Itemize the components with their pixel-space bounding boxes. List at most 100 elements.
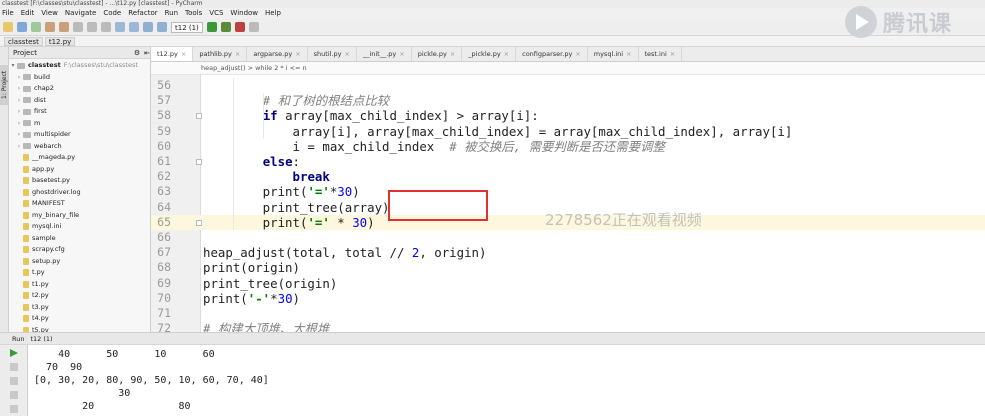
menu-item-file[interactable]: File (2, 8, 14, 19)
close-icon[interactable]: × (575, 50, 580, 58)
tab---init---py[interactable]: __init__.py × (357, 47, 412, 61)
replace-icon[interactable] (129, 22, 139, 32)
code-line[interactable]: 59 array[i], array[max_child_index] = ar… (151, 124, 985, 139)
chevron-down-icon[interactable]: ▾ (9, 60, 17, 72)
tree-file[interactable]: t1.py (9, 279, 150, 291)
chevron-right-icon[interactable]: › (15, 72, 23, 84)
project-root[interactable]: ▾ classtest F:\classes\stu\classtest (9, 60, 150, 72)
tree-file[interactable]: sample (9, 233, 150, 245)
settings-icon[interactable] (248, 22, 259, 32)
close-icon[interactable]: × (399, 50, 404, 58)
chevron-right-icon[interactable]: › (15, 106, 23, 118)
chevron-right-icon[interactable]: › (15, 83, 23, 95)
code-line[interactable]: 60 i = max_child_index # 被交换后, 需要判断是否还需要… (151, 139, 985, 154)
close-icon[interactable]: × (670, 50, 675, 58)
gear-icon[interactable]: ⚙ (134, 47, 140, 59)
tree-folder[interactable]: › multispider (9, 129, 150, 141)
tab-configparser-py[interactable]: configparser.py × (516, 47, 588, 61)
tree-file[interactable]: basetest.py (9, 175, 150, 187)
stop-run-icon[interactable] (10, 363, 18, 371)
copy-icon[interactable] (87, 22, 97, 32)
menu-item-run[interactable]: Run (165, 8, 178, 19)
forward-icon[interactable] (157, 22, 167, 32)
close-icon[interactable]: × (235, 50, 240, 58)
code-line[interactable]: 71 (151, 306, 985, 321)
redo-icon[interactable] (59, 22, 69, 32)
tree-folder[interactable]: › chap2 (9, 83, 150, 95)
menu-item-window[interactable]: Window (230, 8, 258, 19)
editor-breadcrumb[interactable]: heap_adjust() > while 2 * i <= n (151, 62, 985, 75)
project-panel-title[interactable]: Project (13, 47, 37, 59)
open-folder-icon[interactable] (3, 22, 13, 32)
menu-item-vcs[interactable]: VCS (209, 8, 223, 19)
close-icon[interactable]: × (344, 50, 349, 58)
run-config-label[interactable]: t12 (1) (30, 333, 52, 344)
menu-item-tools[interactable]: Tools (185, 8, 202, 19)
fold-marker-icon[interactable] (196, 159, 202, 165)
tab-shutil-py[interactable]: shutil.py × (308, 47, 357, 61)
tree-file[interactable]: app.py (9, 164, 150, 176)
code-line[interactable]: 70 print('-'*30) (151, 291, 985, 306)
wrap-icon[interactable] (10, 391, 18, 399)
tab-t12-py[interactable]: t12.py × (151, 47, 194, 61)
tree-file[interactable]: t2.py (9, 290, 150, 302)
code-line[interactable]: 67 heap_adjust(total, total // 2, origin) (151, 245, 985, 260)
code-line[interactable]: 57 # 和了树的根结点比较 (151, 93, 985, 108)
tree-file[interactable]: t5.py (9, 325, 150, 332)
menu-item-code[interactable]: Code (103, 8, 121, 19)
fold-marker-icon[interactable] (196, 113, 202, 120)
close-icon[interactable]: × (450, 50, 455, 58)
tree-folder[interactable]: › dist (9, 95, 150, 107)
tab-pickle-py[interactable]: pickle.py × (412, 47, 463, 61)
save-icon[interactable] (17, 22, 27, 32)
tree-file[interactable]: MANIFEST (9, 198, 150, 210)
code-line[interactable]: 72 # 构建大顶堆、大根堆 (151, 321, 985, 332)
close-icon[interactable]: × (181, 50, 186, 58)
tree-folder[interactable]: › build (9, 72, 150, 84)
chevron-right-icon[interactable]: › (15, 118, 23, 130)
code-line[interactable]: 58 if array[max_child_index] > array[i]: (151, 108, 985, 123)
find-icon[interactable] (115, 22, 125, 32)
tree-folder[interactable]: › webarch (9, 141, 150, 153)
sync-icon[interactable] (31, 22, 41, 32)
run-label[interactable]: Run (12, 333, 24, 344)
code-line[interactable]: 68 print(origin) (151, 260, 985, 275)
tree-file[interactable]: setup.py (9, 256, 150, 268)
chevron-right-icon[interactable]: › (15, 95, 23, 107)
code-area[interactable]: 56 57 # 和了树的根结点比较 58 if array[max_child_in… (151, 75, 985, 332)
tree-file[interactable]: t3.py (9, 302, 150, 314)
menu-item-help[interactable]: Help (265, 8, 281, 19)
code-line[interactable]: 56 (151, 78, 985, 93)
run-icon[interactable] (206, 22, 217, 32)
hide-icon[interactable]: ⇤ (144, 47, 150, 59)
tree-file[interactable]: ghostdriver.log (9, 187, 150, 199)
code-line[interactable]: 63 print('='*30) (151, 184, 985, 199)
stop-icon[interactable] (234, 22, 245, 32)
code-line[interactable]: 62 break (151, 169, 985, 184)
tab--pickle-py[interactable]: _pickle.py × (462, 47, 517, 61)
code-line[interactable]: 69 print_tree(origin) (151, 276, 985, 291)
tab-test-ini[interactable]: test.ini × (639, 47, 683, 61)
menu-item-view[interactable]: View (41, 8, 58, 19)
chevron-right-icon[interactable]: › (15, 129, 23, 141)
close-icon[interactable]: × (295, 50, 300, 58)
paste-icon[interactable] (101, 22, 111, 32)
debug-icon[interactable] (220, 22, 231, 32)
tree-file[interactable]: mysql.ini (9, 221, 150, 233)
run-console[interactable]: 40 50 10 60 70 90 [0, 30, 20, 80, 90, 50,… (28, 345, 985, 416)
tree-file[interactable]: t4.py (9, 313, 150, 325)
menu-item-navigate[interactable]: Navigate (65, 8, 96, 19)
code-line[interactable]: 61 else: (151, 154, 985, 169)
tab-argparse-py[interactable]: argparse.py × (247, 47, 308, 61)
tree-file[interactable]: __mageda.py (9, 152, 150, 164)
undo-icon[interactable] (45, 22, 55, 32)
tree-file[interactable]: t.py (9, 267, 150, 279)
print-icon[interactable] (10, 405, 18, 413)
back-icon[interactable] (143, 22, 153, 32)
tab-mysql-ini[interactable]: mysql.ini × (588, 47, 639, 61)
tree-file[interactable]: scrapy.cfg (9, 244, 150, 256)
cut-icon[interactable] (73, 22, 83, 32)
tree-folder[interactable]: › first (9, 106, 150, 118)
tab-pathlib-py[interactable]: pathlib.py × (193, 47, 248, 61)
close-icon[interactable]: × (626, 50, 631, 58)
